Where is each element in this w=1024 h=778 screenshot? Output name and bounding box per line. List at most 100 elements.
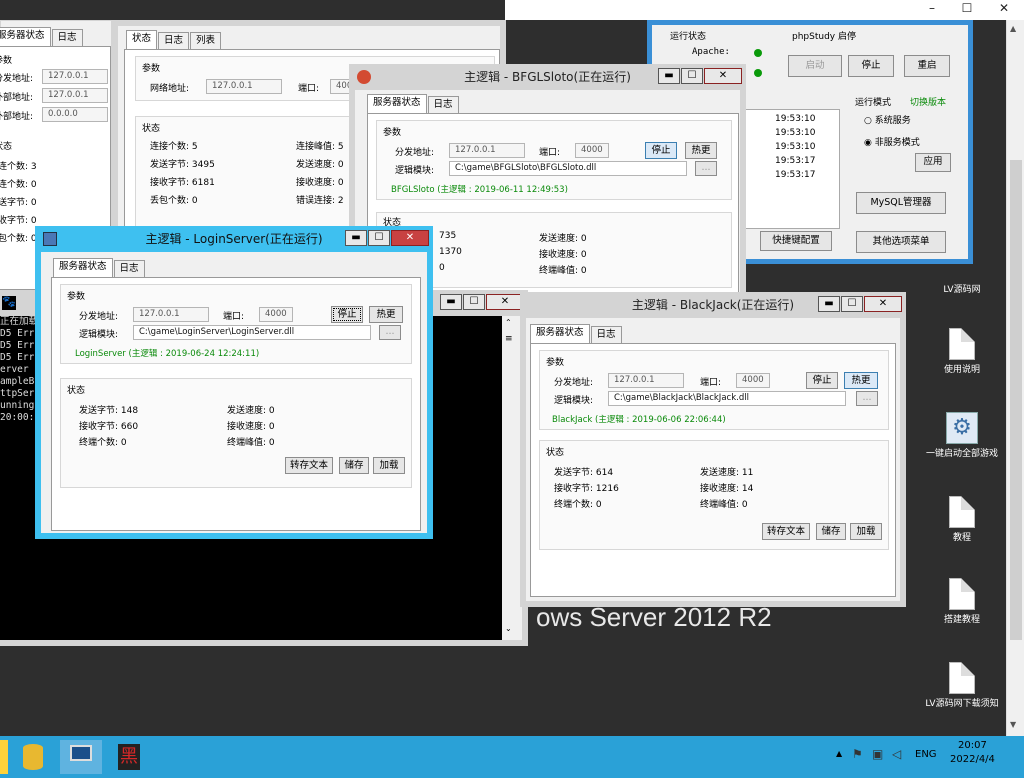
port-label: 端口: <box>700 378 722 388</box>
tab-server-status[interactable]: 服务器状态 <box>530 324 590 343</box>
desktop-icon-tutorial[interactable]: 教程 <box>920 496 1004 544</box>
scroll-down-icon[interactable]: ▼ <box>1010 720 1016 729</box>
maximize-icon[interactable]: ☐ <box>841 296 863 312</box>
console-scrollbar[interactable]: ⌃ ≡ ⌄ <box>502 316 516 640</box>
mysql-manager-button[interactable]: MySQL管理器 <box>856 192 946 214</box>
load-button[interactable]: 加载 <box>850 523 882 540</box>
hot-update-button[interactable]: 热更 <box>369 306 403 323</box>
close-icon[interactable]: ✕ <box>864 296 902 312</box>
app-taskbar-icon[interactable]: 黑 <box>108 740 150 774</box>
other-options-button[interactable]: 其他选项菜单 <box>856 231 946 253</box>
stat-item: 终端峰值: 0 <box>700 500 748 510</box>
maximize-icon[interactable]: ☐ <box>463 294 485 310</box>
desktop-icon-label: 使用说明 <box>943 365 980 375</box>
maximize-button[interactable]: ☐ <box>950 0 984 18</box>
module-path-field[interactable]: C:\game\LoginServer\LoginServer.dll <box>133 325 371 340</box>
stop-button[interactable]: 停止 <box>806 372 838 389</box>
address-field[interactable]: 127.0.0.1 <box>133 307 209 322</box>
ext-address-field[interactable]: 127.0.0.1 <box>42 88 108 103</box>
save-button[interactable]: 储存 <box>816 523 846 540</box>
start-button[interactable]: 启动 <box>788 55 842 77</box>
desktop-scrollbar[interactable]: ▲ ▼ <box>1006 20 1024 736</box>
address-field[interactable]: 127.0.0.1 <box>206 79 282 94</box>
quick-config-button[interactable]: 快捷键配置 <box>760 231 832 251</box>
scroll-thumb[interactable] <box>1010 160 1022 640</box>
console-icon: 🐾 <box>2 295 16 310</box>
dump-text-button[interactable]: 转存文本 <box>762 523 810 540</box>
load-button[interactable]: 加载 <box>373 457 405 474</box>
port-field[interactable]: 4000 <box>575 143 609 158</box>
database-icon[interactable] <box>12 740 54 774</box>
tab-log[interactable]: 日志 <box>427 96 459 113</box>
server-manager-icon[interactable] <box>60 740 102 774</box>
volume-icon[interactable]: ◁ <box>892 747 901 761</box>
save-button[interactable]: 储存 <box>339 457 369 474</box>
radio-system-service[interactable]: ○ 系统服务 <box>864 113 911 126</box>
stop-button[interactable]: 停止 <box>645 142 677 159</box>
apply-button[interactable]: 应用 <box>915 153 951 172</box>
close-icon[interactable]: ✕ <box>486 294 524 310</box>
monitor-icon[interactable]: ▣ <box>872 747 883 761</box>
language-indicator[interactable]: ENG <box>915 749 937 760</box>
tab-status[interactable]: 状态 <box>126 30 158 49</box>
network-icon[interactable]: ⚑ <box>852 747 863 761</box>
desktop-icon-start-all[interactable]: ⚙ 一键启动全部游戏 <box>920 412 1004 460</box>
log-time-list[interactable]: 19:53:10 19:53:10 19:53:10 19:53:17 19:5… <box>742 109 840 229</box>
radio-label: 系统服务 <box>874 116 911 126</box>
tab-list[interactable]: 列表 <box>190 32 222 49</box>
maximize-icon[interactable]: ☐ <box>681 68 703 84</box>
scroll-down-icon[interactable]: ⌄ <box>505 624 512 633</box>
minimize-icon[interactable]: ▬ <box>658 68 680 84</box>
desktop-icon-notice[interactable]: LV源码网下载须知 <box>920 662 1004 710</box>
port-field[interactable]: 4000 <box>736 373 770 388</box>
dump-text-button[interactable]: 转存文本 <box>285 457 333 474</box>
tab-server-status[interactable]: 服务器状态 <box>0 27 51 46</box>
restart-button[interactable]: 重启 <box>904 55 950 77</box>
scroll-up-icon[interactable]: ▲ <box>1010 24 1016 33</box>
module-label: 逻辑模块: <box>79 330 119 340</box>
port-field[interactable]: 4000 <box>259 307 293 322</box>
ext-address-field-2[interactable]: 0.0.0.0 <box>42 107 108 122</box>
stat-item: 丢包个数: 0 <box>150 196 198 206</box>
module-path-field[interactable]: C:\game\BFGLSloto\BFGLSloto.dll <box>449 161 687 176</box>
radio-non-service[interactable]: ◉ 非服务模式 <box>864 135 920 148</box>
dist-address-field[interactable]: 127.0.0.1 <box>42 69 108 84</box>
hot-update-button[interactable]: 热更 <box>844 372 878 389</box>
address-field[interactable]: 127.0.0.1 <box>608 373 684 388</box>
tray-arrow-icon[interactable]: ▲ <box>836 749 842 758</box>
tab-log[interactable]: 日志 <box>158 32 190 49</box>
desktop-icon-manual[interactable]: 使用说明 <box>920 328 1004 376</box>
scroll-thumb[interactable]: ≡ <box>505 334 513 344</box>
minimize-icon[interactable]: ▬ <box>345 230 367 246</box>
clock-date[interactable]: 2022/4/4 <box>950 754 995 765</box>
minimize-icon[interactable]: ▬ <box>440 294 462 310</box>
hot-update-button[interactable]: 热更 <box>685 142 717 159</box>
stop-button[interactable]: 停止 <box>331 306 363 323</box>
port-label: 端口: <box>298 84 320 94</box>
desktop-icon-setup[interactable]: 搭建教程 <box>920 578 1004 626</box>
minimize-button[interactable]: – <box>915 0 949 18</box>
maximize-icon[interactable]: ☐ <box>368 230 390 246</box>
minimize-icon[interactable]: ▬ <box>818 296 840 312</box>
tab-server-status[interactable]: 服务器状态 <box>367 94 427 113</box>
tab-server-status[interactable]: 服务器状态 <box>53 258 113 277</box>
tab-log[interactable]: 日志 <box>51 29 83 46</box>
switch-version-link[interactable]: 切换版本 <box>910 95 946 108</box>
tab-log[interactable]: 日志 <box>590 326 622 343</box>
module-info: BlackJack (主逻辑 : 2019-06-06 22:06:44) <box>552 415 726 425</box>
module-path-field[interactable]: C:\game\BlackJack\BlackJack.dll <box>608 391 846 406</box>
browse-button[interactable]: ... <box>379 325 401 340</box>
stop-button[interactable]: 停止 <box>848 55 894 77</box>
close-icon[interactable]: ✕ <box>391 230 429 246</box>
clock-time[interactable]: 20:07 <box>958 740 987 751</box>
close-icon[interactable]: ✕ <box>704 68 742 84</box>
browse-button[interactable]: ... <box>695 161 717 176</box>
network-tabs: 状态 日志 列表 <box>126 30 222 49</box>
field-label: 外部地址: <box>0 93 34 103</box>
tab-log[interactable]: 日志 <box>113 260 145 277</box>
scroll-up-icon[interactable]: ⌃ <box>505 318 512 327</box>
close-button[interactable]: ✕ <box>987 0 1021 18</box>
browse-button[interactable]: ... <box>856 391 878 406</box>
explorer-edge-icon[interactable] <box>0 740 8 774</box>
address-field[interactable]: 127.0.0.1 <box>449 143 525 158</box>
